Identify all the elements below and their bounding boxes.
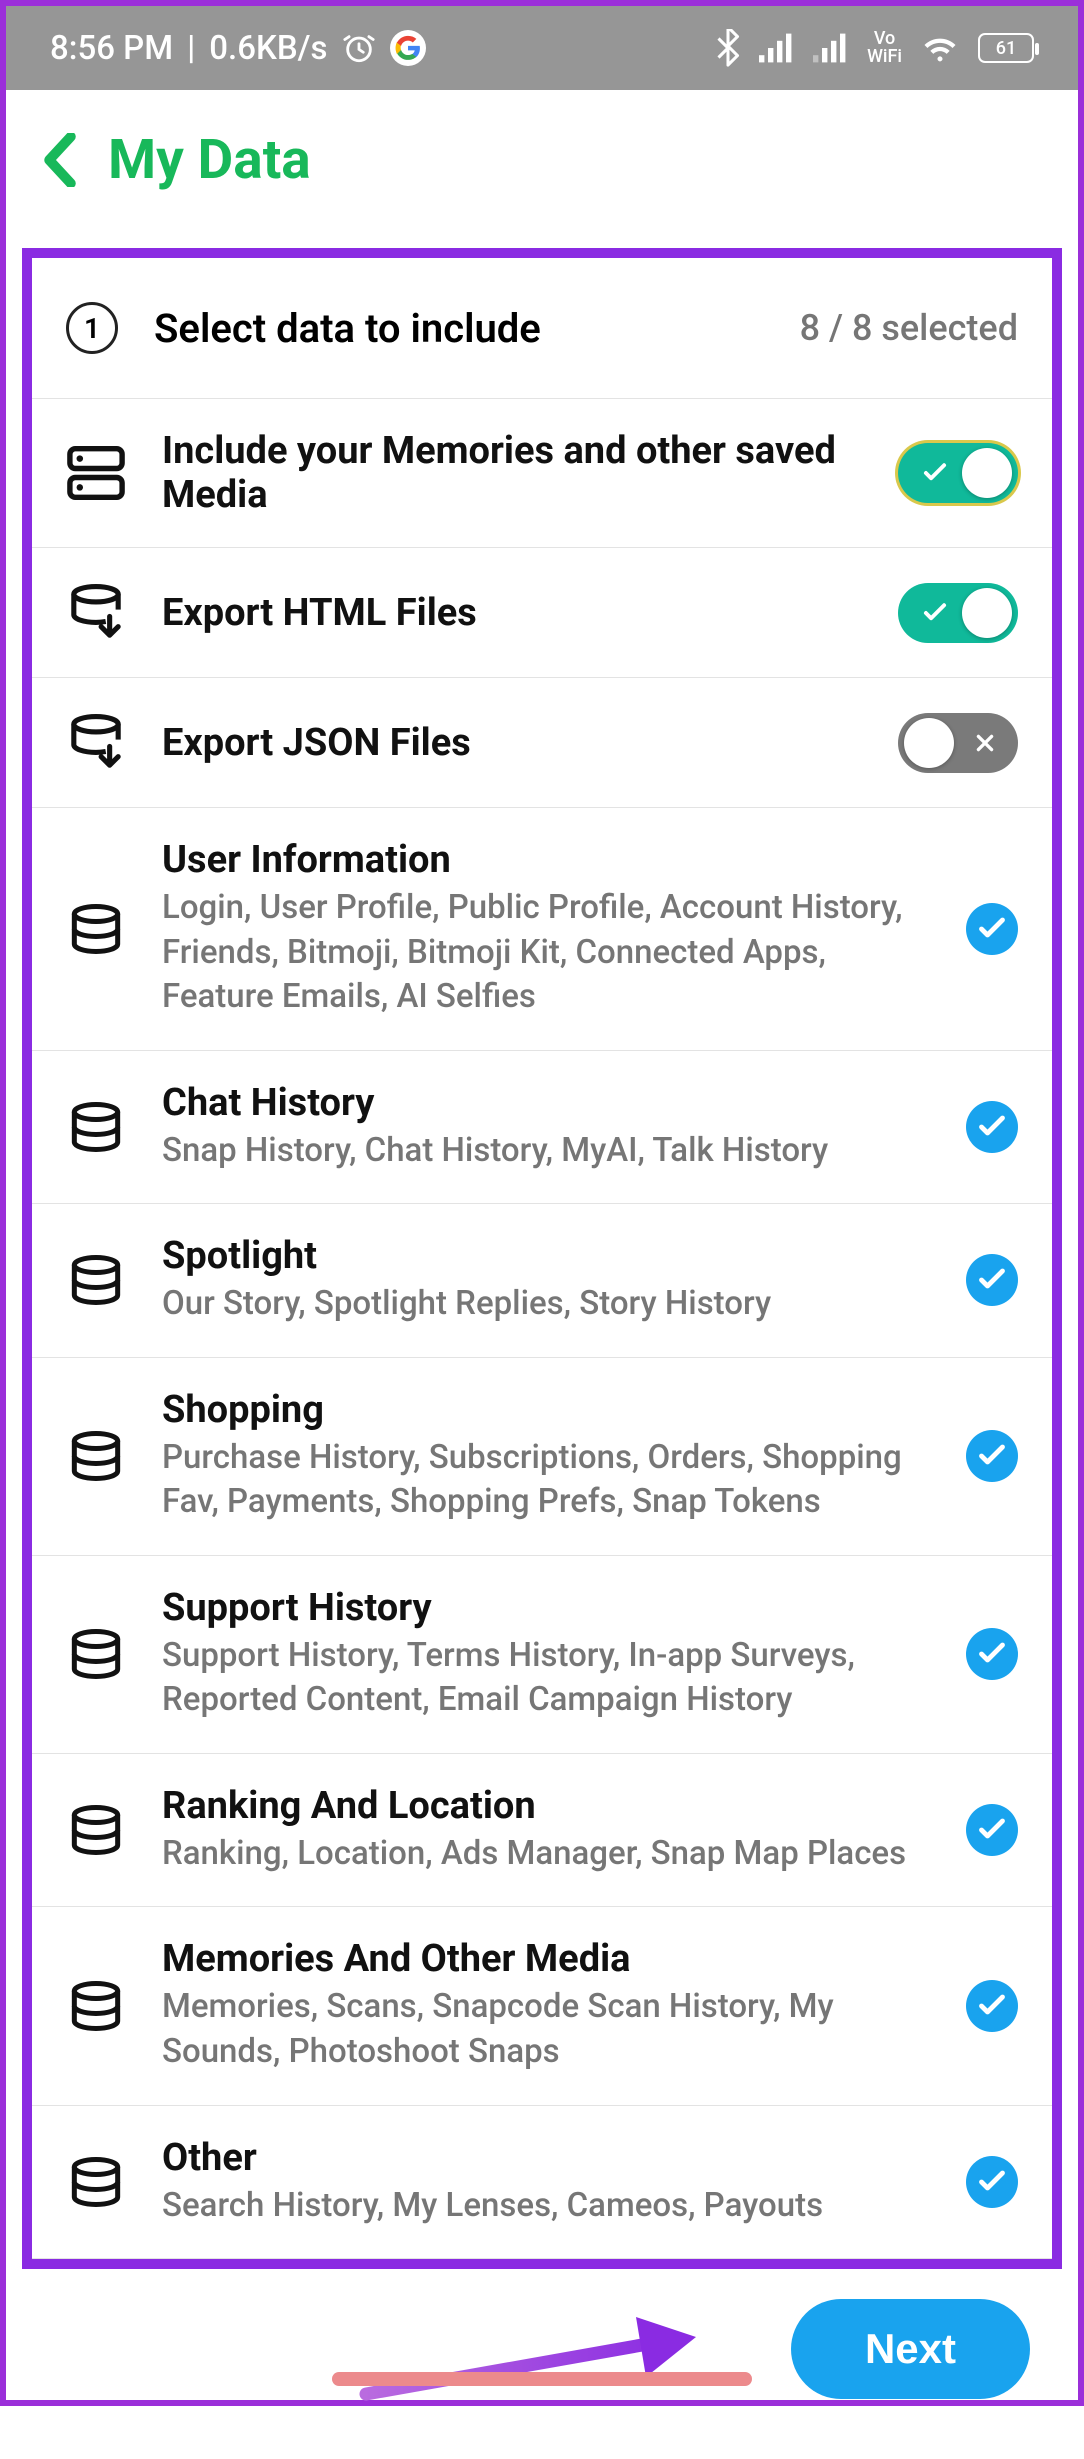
category-title: Ranking And Location (162, 1784, 930, 1828)
toggle-json[interactable] (898, 713, 1018, 773)
row-include-memories[interactable]: Include your Memories and other saved Me… (32, 399, 1052, 548)
category-row[interactable]: ShoppingPurchase History, Subscriptions,… (32, 1358, 1052, 1556)
database-icon (66, 904, 126, 954)
database-icon (66, 1255, 126, 1305)
toggle-html[interactable] (898, 583, 1018, 643)
signal-2-icon (813, 33, 849, 63)
section-title: Select data to include (154, 305, 800, 352)
category-row[interactable]: Ranking And LocationRanking, Location, A… (32, 1754, 1052, 1908)
row-label: Export JSON Files (162, 721, 862, 765)
footer: Next (6, 2269, 1078, 2459)
row-export-html[interactable]: Export HTML Files (32, 548, 1052, 678)
export-db-icon (66, 584, 126, 642)
bluetooth-icon (715, 29, 741, 67)
row-label: Export HTML Files (162, 591, 862, 635)
server-icon (66, 446, 126, 500)
category-row[interactable]: Chat HistorySnap History, Chat History, … (32, 1051, 1052, 1205)
category-title: Spotlight (162, 1234, 930, 1278)
category-desc: Purchase History, Subscriptions, Orders,… (162, 1436, 930, 1525)
alarm-icon (342, 31, 376, 65)
category-title: Memories And Other Media (162, 1937, 930, 1981)
category-title: Chat History (162, 1081, 930, 1125)
step-number: 1 (66, 302, 118, 354)
content-box: 1 Select data to include 8 / 8 selected … (22, 248, 1062, 2269)
category-desc: Support History, Terms History, In-app S… (162, 1634, 930, 1723)
category-desc: Ranking, Location, Ads Manager, Snap Map… (162, 1832, 930, 1877)
back-button[interactable] (40, 133, 80, 187)
database-icon (66, 1981, 126, 2031)
category-title: Support History (162, 1586, 930, 1630)
export-db-icon (66, 714, 126, 772)
status-bar: 8:56 PM | 0.6KB/s VoWiFi (6, 6, 1078, 90)
signal-1-icon (759, 33, 795, 63)
category-desc: Login, User Profile, Public Profile, Acc… (162, 886, 930, 1020)
annotation-arrow-icon (356, 2309, 736, 2419)
category-check[interactable] (966, 1101, 1018, 1153)
row-label: Include your Memories and other saved Me… (162, 429, 862, 517)
section-header: 1 Select data to include 8 / 8 selected (32, 258, 1052, 399)
battery-icon: 61 (978, 33, 1034, 63)
status-time: 8:56 PM (50, 29, 173, 68)
database-icon (66, 1629, 126, 1679)
category-check[interactable] (966, 1804, 1018, 1856)
toggle-memories[interactable] (898, 443, 1018, 503)
category-check[interactable] (966, 2156, 1018, 2208)
home-indicator (332, 2372, 752, 2386)
database-icon (66, 1102, 126, 1152)
category-desc: Snap History, Chat History, MyAI, Talk H… (162, 1129, 930, 1174)
page-title: My Data (108, 128, 311, 192)
category-title: User Information (162, 838, 930, 882)
category-check[interactable] (966, 1254, 1018, 1306)
category-row[interactable]: Memories And Other MediaMemories, Scans,… (32, 1907, 1052, 2105)
category-title: Other (162, 2136, 930, 2180)
category-check[interactable] (966, 1628, 1018, 1680)
google-icon (390, 30, 426, 66)
selected-count: 8 / 8 selected (800, 307, 1018, 349)
category-desc: Our Story, Spotlight Replies, Story Hist… (162, 1282, 930, 1327)
category-title: Shopping (162, 1388, 930, 1432)
database-icon (66, 2157, 126, 2207)
category-row[interactable]: Support HistorySupport History, Terms Hi… (32, 1556, 1052, 1754)
category-check[interactable] (966, 1980, 1018, 2032)
category-check[interactable] (966, 1430, 1018, 1482)
row-export-json[interactable]: Export JSON Files (32, 678, 1052, 808)
category-row[interactable]: User InformationLogin, User Profile, Pub… (32, 808, 1052, 1051)
category-check[interactable] (966, 903, 1018, 955)
app-header: My Data (6, 90, 1078, 248)
database-icon (66, 1431, 126, 1481)
category-row[interactable]: SpotlightOur Story, Spotlight Replies, S… (32, 1204, 1052, 1358)
category-desc: Search History, My Lenses, Cameos, Payou… (162, 2184, 930, 2229)
next-button[interactable]: Next (791, 2299, 1030, 2399)
category-desc: Memories, Scans, Snapcode Scan History, … (162, 1985, 930, 2074)
status-speed: 0.6KB/s (209, 29, 327, 68)
category-row[interactable]: OtherSearch History, My Lenses, Cameos, … (32, 2106, 1052, 2260)
vowifi-icon: VoWiFi (867, 30, 902, 66)
database-icon (66, 1805, 126, 1855)
wifi-icon (920, 32, 960, 64)
